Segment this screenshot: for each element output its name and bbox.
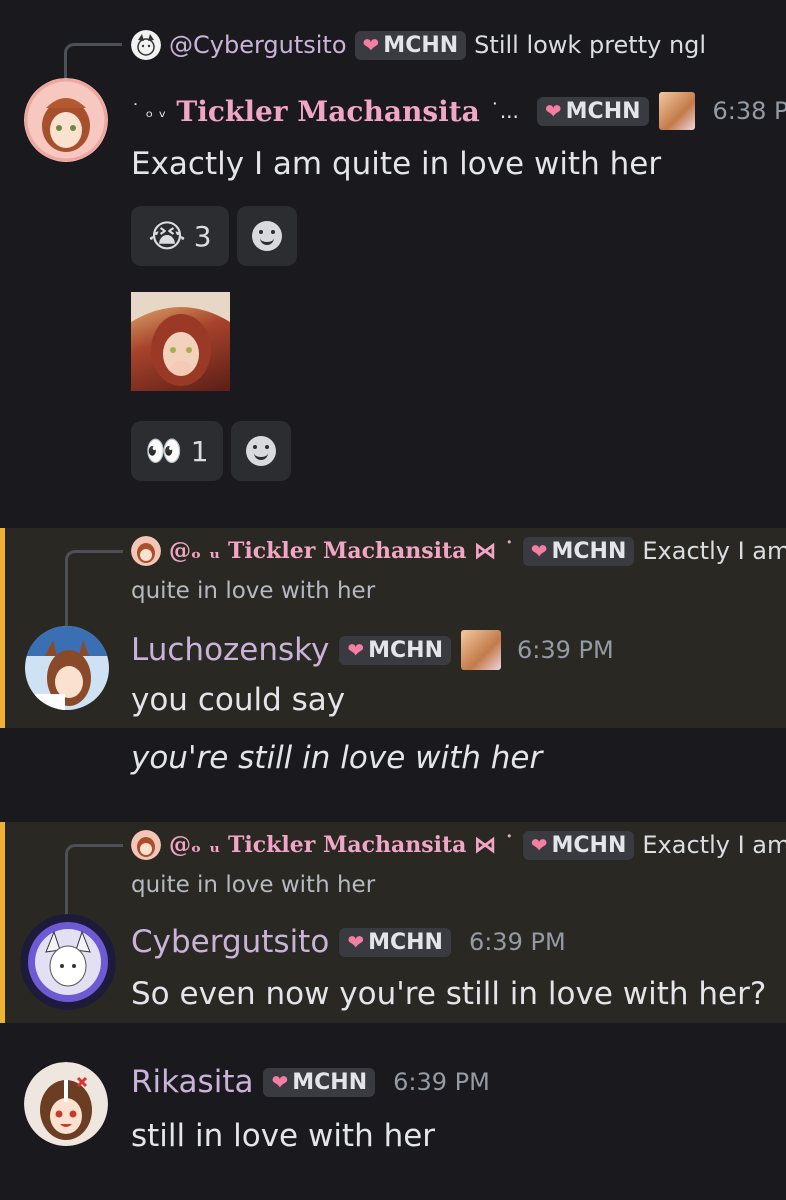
guild-tag[interactable]: ❤ MCHN bbox=[339, 927, 451, 957]
avatar[interactable] bbox=[20, 914, 116, 1010]
reaction-count: 1 bbox=[190, 434, 209, 468]
heart-icon: ❤ bbox=[271, 1070, 289, 1094]
reply-text: Exactly I am bbox=[642, 831, 786, 859]
avatar[interactable] bbox=[24, 78, 108, 162]
message-header: Rikasita ❤ MCHN 6:39 PM bbox=[131, 1064, 490, 1100]
reply-avatar bbox=[131, 30, 161, 60]
timestamp: 6:39 PM bbox=[393, 1068, 490, 1096]
message-text: Exactly I am quite in love with her bbox=[131, 146, 662, 182]
heart-icon: ❤ bbox=[362, 33, 380, 57]
message-header: ˙ ₒ ᵥ Tickler Machansita ˙... ❤ MCHN 6:38… bbox=[131, 92, 786, 130]
message-header: Cybergutsito ❤ MCHN 6:39 PM bbox=[131, 924, 566, 960]
timestamp: 6:38 PM bbox=[712, 97, 786, 125]
reply-tag: ❤ MCHN bbox=[354, 30, 467, 60]
guild-tag[interactable]: ❤ MCHN bbox=[339, 635, 452, 665]
reply-author[interactable]: @ₒ ᵤ Tickler Machansita ⋈ ˙ bbox=[169, 538, 515, 564]
role-badge-icon bbox=[461, 630, 502, 670]
username[interactable]: Tickler Machansita bbox=[176, 95, 479, 128]
guild-tag[interactable]: ❤ MCHN bbox=[536, 96, 649, 126]
reply-avatar bbox=[131, 830, 161, 860]
message-2: @ₒ ᵤ Tickler Machansita ⋈ ˙ ❤ MCHN Exactl… bbox=[0, 528, 786, 728]
reply-author[interactable]: @ₒ ᵤ Tickler Machansita ⋈ ˙ bbox=[169, 832, 515, 858]
message-text-continued: you're still in love with her bbox=[131, 740, 543, 776]
message-text: still in love with her bbox=[131, 1118, 436, 1154]
heart-icon: ❤ bbox=[530, 539, 548, 563]
reply-text: Exactly I am bbox=[642, 537, 786, 565]
add-reaction-button[interactable] bbox=[237, 206, 297, 266]
name-prefix: ˙ ₒ ᵥ bbox=[131, 100, 167, 122]
username[interactable]: Luchozensky bbox=[131, 632, 329, 668]
reply-connector bbox=[64, 43, 122, 78]
reply-tag: ❤ MCHN bbox=[522, 536, 635, 566]
avatar[interactable] bbox=[25, 626, 109, 710]
username[interactable]: Cybergutsito bbox=[131, 924, 329, 960]
heart-icon: ❤ bbox=[347, 930, 365, 954]
heart-icon: ❤ bbox=[544, 99, 562, 123]
reply-avatar bbox=[131, 536, 161, 566]
smile-icon bbox=[246, 436, 276, 466]
smile-icon bbox=[252, 221, 282, 251]
reaction-count: 3 bbox=[193, 219, 212, 253]
timestamp: 6:39 PM bbox=[468, 928, 566, 956]
message-header: Luchozensky ❤ MCHN 6:39 PM bbox=[131, 630, 614, 670]
timestamp: 6:39 PM bbox=[517, 636, 614, 664]
reply-preview[interactable]: @ₒ ᵤ Tickler Machansita ⋈ ˙ ❤ MCHN Exactl… bbox=[131, 830, 786, 860]
reaction-crying[interactable]: 😭 3 bbox=[131, 206, 229, 266]
name-suffix: ˙... bbox=[489, 99, 519, 123]
message-text: So even now you're still in love with he… bbox=[131, 976, 767, 1012]
reply-author[interactable]: @Cybergutsito bbox=[169, 31, 347, 59]
reaction-eyes[interactable]: 👀 1 bbox=[131, 421, 223, 481]
reply-text-continued: quite in love with her bbox=[131, 872, 376, 898]
heart-icon: ❤ bbox=[530, 833, 548, 857]
sticker-image[interactable] bbox=[131, 292, 230, 391]
message-4: Rikasita ❤ MCHN 6:39 PM still in love wit… bbox=[0, 1050, 786, 1180]
heart-icon: ❤ bbox=[347, 638, 365, 662]
message-text: you could say bbox=[131, 682, 346, 718]
reply-preview[interactable]: @Cybergutsito ❤ MCHN Still lowk pretty ng… bbox=[131, 30, 706, 60]
role-badge-icon bbox=[658, 92, 695, 130]
reply-text-continued: quite in love with her bbox=[131, 578, 376, 604]
guild-tag[interactable]: ❤ MCHN bbox=[263, 1067, 376, 1097]
username[interactable]: Rikasita bbox=[131, 1064, 253, 1100]
crying-face-icon: 😭 bbox=[148, 217, 186, 255]
avatar[interactable] bbox=[24, 1062, 108, 1146]
message-3: @ₒ ᵤ Tickler Machansita ⋈ ˙ ❤ MCHN Exactl… bbox=[0, 822, 786, 1023]
reply-text: Still lowk pretty ngl bbox=[474, 31, 707, 59]
message-1: @Cybergutsito ❤ MCHN Still lowk pretty ng… bbox=[0, 0, 786, 520]
add-reaction-button[interactable] bbox=[231, 421, 291, 481]
eyes-icon: 👀 bbox=[145, 433, 183, 469]
reply-preview[interactable]: @ₒ ᵤ Tickler Machansita ⋈ ˙ ❤ MCHN Exactl… bbox=[131, 536, 786, 566]
reply-tag: ❤ MCHN bbox=[522, 830, 635, 860]
